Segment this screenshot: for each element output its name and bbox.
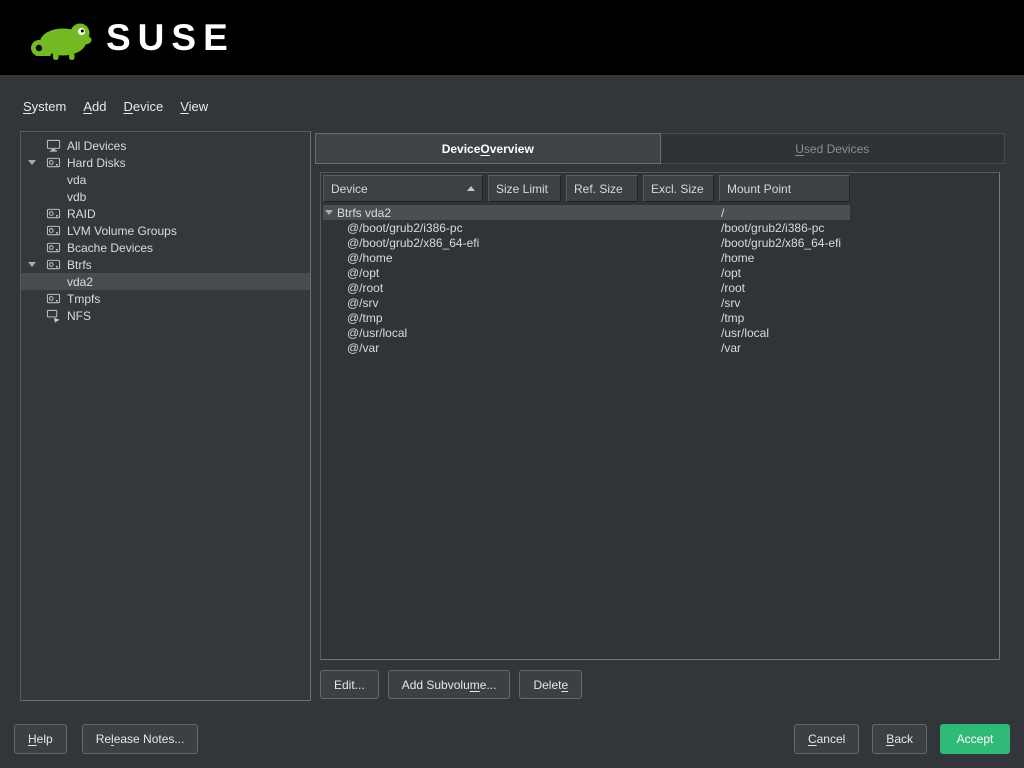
- table-row-subvolume[interactable]: @/usr/local /usr/local: [323, 325, 850, 340]
- tree-item-lvm-volume-groups[interactable]: LVM Volume Groups: [21, 222, 310, 239]
- column-header-size-limit[interactable]: Size Limit: [488, 175, 561, 202]
- device-tree-panel: All Devices Hard Disks vda vdb RAID LVM …: [20, 131, 311, 701]
- raid-icon: [46, 206, 67, 221]
- device-cell: @/var: [323, 341, 488, 355]
- tree-item-nfs[interactable]: NFS: [21, 307, 310, 324]
- release-notes-button[interactable]: Release Notes...: [82, 724, 199, 754]
- tree-item-all-devices[interactable]: All Devices: [21, 137, 310, 154]
- table-header-row: Device Size Limit Ref. Size Excl. Size M…: [323, 175, 997, 202]
- delete-button[interactable]: Delete: [519, 670, 582, 699]
- tree-item-tmpfs[interactable]: Tmpfs: [21, 290, 310, 307]
- expander-open-icon[interactable]: [28, 160, 46, 165]
- table-row-subvolume[interactable]: @/root /root: [323, 280, 850, 295]
- tab-used-devices[interactable]: Used Devices: [661, 133, 1006, 164]
- tab-device-overview[interactable]: Device Overview: [315, 133, 661, 164]
- suse-wordmark: SUSE: [106, 19, 235, 56]
- lvm-icon: [46, 223, 67, 238]
- mount-point-cell: /: [719, 206, 850, 220]
- table-row-subvolume[interactable]: @/opt /opt: [323, 265, 850, 280]
- suse-logo: SUSE: [28, 15, 235, 61]
- device-overview-table: Device Size Limit Ref. Size Excl. Size M…: [320, 172, 1000, 660]
- accept-button[interactable]: Accept: [940, 724, 1010, 754]
- suse-chameleon-icon: [28, 15, 92, 61]
- table-row-subvolume[interactable]: @/home /home: [323, 250, 850, 265]
- tree-item-hard-disks[interactable]: Hard Disks: [21, 154, 310, 171]
- tree-item-vda[interactable]: vda: [21, 171, 310, 188]
- add-subvolume-button[interactable]: Add Subvolume...: [388, 670, 511, 699]
- mount-point-cell: /var: [719, 341, 850, 355]
- device-cell: @/tmp: [323, 311, 488, 325]
- header-bar: SUSE: [0, 0, 1024, 75]
- tree-item-vda2[interactable]: vda2: [21, 273, 310, 290]
- column-header-mount-point[interactable]: Mount Point: [719, 175, 850, 202]
- device-cell: @/root: [323, 281, 488, 295]
- tab-bar: Device Overview Used Devices: [315, 133, 1005, 164]
- help-button[interactable]: Help: [14, 724, 67, 754]
- sort-ascending-icon: [467, 186, 475, 191]
- back-button[interactable]: Back: [872, 724, 927, 754]
- cancel-button[interactable]: Cancel: [794, 724, 859, 754]
- mount-point-cell: /srv: [719, 296, 850, 310]
- expander-open-icon[interactable]: [325, 210, 333, 215]
- column-header-ref-size[interactable]: Ref. Size: [566, 175, 638, 202]
- mount-point-cell: /tmp: [719, 311, 850, 325]
- column-header-excl-size[interactable]: Excl. Size: [643, 175, 714, 202]
- column-header-device[interactable]: Device: [323, 175, 483, 202]
- footer-left: Help Release Notes...: [14, 724, 198, 754]
- mount-point-cell: /opt: [719, 266, 850, 280]
- mount-point-cell: /boot/grub2/x86_64-efi: [719, 236, 850, 250]
- device-cell: @/usr/local: [323, 326, 488, 340]
- tmpfs-icon: [46, 291, 67, 306]
- table-row-subvolume[interactable]: @/tmp /tmp: [323, 310, 850, 325]
- computer-icon: [46, 138, 67, 153]
- nfs-icon: [46, 308, 67, 323]
- tree-item-btrfs[interactable]: Btrfs: [21, 256, 310, 273]
- table-row-btrfs-vda2[interactable]: Btrfs vda2 /: [323, 205, 850, 220]
- menu-add[interactable]: Add: [83, 99, 106, 114]
- device-cell: @/home: [323, 251, 488, 265]
- mount-point-cell: /usr/local: [719, 326, 850, 340]
- tree-item-bcache-devices[interactable]: Bcache Devices: [21, 239, 310, 256]
- device-cell: @/boot/grub2/x86_64-efi: [323, 236, 488, 250]
- mount-point-cell: /home: [719, 251, 850, 265]
- tree-item-vdb[interactable]: vdb: [21, 188, 310, 205]
- table-actions: Edit... Add Subvolume... Delete: [320, 670, 582, 699]
- menubar: System Add Device View: [23, 99, 208, 114]
- device-cell: Btrfs vda2: [323, 206, 488, 220]
- device-cell: @/boot/grub2/i386-pc: [323, 221, 488, 235]
- edit-button[interactable]: Edit...: [320, 670, 379, 699]
- table-row-subvolume[interactable]: @/boot/grub2/x86_64-efi /boot/grub2/x86_…: [323, 235, 850, 250]
- expander-open-icon[interactable]: [28, 262, 46, 267]
- table-row-subvolume[interactable]: @/var /var: [323, 340, 850, 355]
- mount-point-cell: /boot/grub2/i386-pc: [719, 221, 850, 235]
- device-cell: @/srv: [323, 296, 488, 310]
- mount-point-cell: /root: [719, 281, 850, 295]
- menu-system[interactable]: System: [23, 99, 66, 114]
- footer-right: Cancel Back Accept: [794, 724, 1010, 754]
- bcache-icon: [46, 240, 67, 255]
- btrfs-icon: [46, 257, 67, 272]
- table-row-subvolume[interactable]: @/boot/grub2/i386-pc /boot/grub2/i386-pc: [323, 220, 850, 235]
- table-body: Btrfs vda2 / @/boot/grub2/i386-pc /boot/…: [323, 205, 850, 355]
- device-cell: @/opt: [323, 266, 488, 280]
- menu-device[interactable]: Device: [123, 99, 163, 114]
- table-row-subvolume[interactable]: @/srv /srv: [323, 295, 850, 310]
- tree-item-raid[interactable]: RAID: [21, 205, 310, 222]
- menu-view[interactable]: View: [180, 99, 208, 114]
- hard-disk-icon: [46, 155, 67, 170]
